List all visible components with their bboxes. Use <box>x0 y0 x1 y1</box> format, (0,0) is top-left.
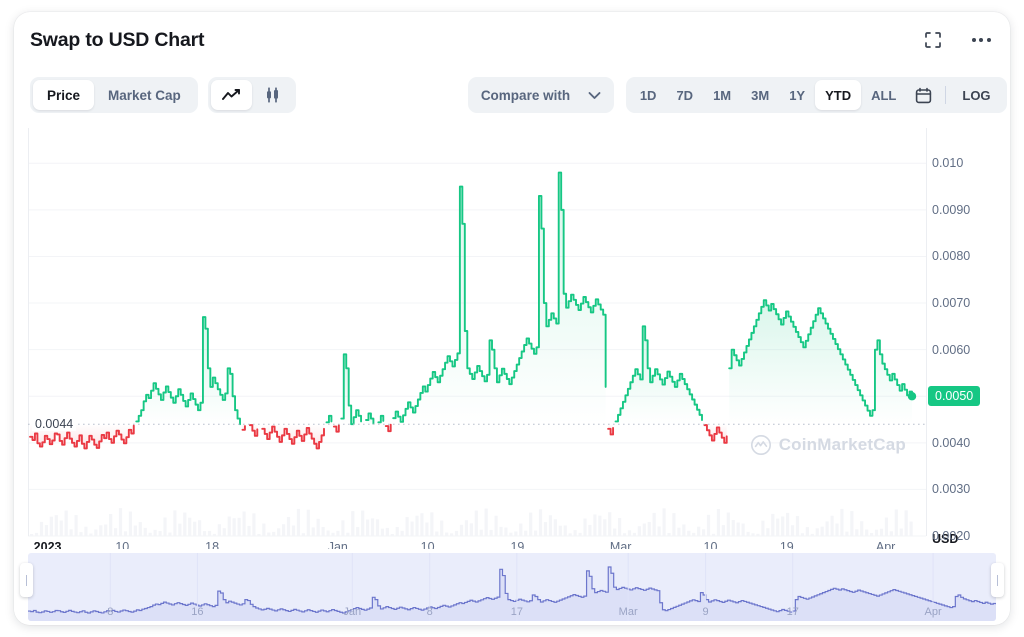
range-7d[interactable]: 7D <box>666 80 703 110</box>
calendar-icon[interactable] <box>906 87 941 104</box>
line-chart-icon[interactable] <box>210 80 252 110</box>
navigator-tick: Jan <box>343 606 362 618</box>
y-axis-tick: 0.0080 <box>932 249 971 264</box>
navigator-tick: 8 <box>107 606 114 618</box>
price-marketcap-toggle: Price Market Cap <box>30 77 198 113</box>
y-axis-tick: 0.0070 <box>932 296 971 311</box>
page-title: Swap to USD Chart <box>30 28 205 51</box>
navigator-left-handle[interactable] <box>20 563 33 597</box>
range-3m[interactable]: 3M <box>741 80 779 110</box>
navigator-tick: 17 <box>786 606 799 618</box>
more-options-icon[interactable] <box>970 29 992 51</box>
fullscreen-icon[interactable] <box>922 29 944 51</box>
tab-market-cap[interactable]: Market Cap <box>94 80 195 110</box>
current-price-badge: 0.0050 <box>928 386 981 407</box>
range-ytd[interactable]: YTD <box>815 80 862 110</box>
navigator-tick: 16 <box>191 606 204 618</box>
chart-card: Swap to USD Chart Price Market Cap Compa… <box>14 12 1010 625</box>
y-axis-tick: 0.0060 <box>932 342 971 357</box>
navigator-tick: Mar <box>618 606 638 618</box>
chart-toolbar: Price Market Cap Compare with 1D 7D 1M 3… <box>14 70 1010 120</box>
navigator-tick: Apr <box>924 606 942 618</box>
time-range-selector: 1D 7D 1M 3M 1Y YTD ALL LOG <box>625 77 1007 113</box>
y-axis-tick: 0.0030 <box>932 482 971 497</box>
range-1d[interactable]: 1D <box>630 80 667 110</box>
y-axis-tick: 0.0040 <box>932 435 971 450</box>
chart-type-toggle <box>207 77 296 113</box>
card-header: Swap to USD Chart <box>14 12 1010 68</box>
navigator-track[interactable]: 8 16 Jan 8 17 Mar 9 17 Apr <box>28 553 996 621</box>
chart-navigator[interactable]: 8 16 Jan 8 17 Mar 9 17 Apr <box>14 549 1010 625</box>
toolbar-divider <box>945 86 947 104</box>
navigator-tick: 9 <box>702 606 709 618</box>
y-axis-tick: 0.0090 <box>932 202 971 217</box>
compare-with-dropdown[interactable]: Compare with <box>467 77 614 113</box>
header-actions <box>922 29 992 51</box>
range-1m[interactable]: 1M <box>703 80 741 110</box>
log-scale-button[interactable]: LOG <box>950 88 1002 103</box>
navigator-tick: 8 <box>426 606 433 618</box>
range-1y[interactable]: 1Y <box>779 80 815 110</box>
y-axis: USD 0.0100.00900.00800.00700.00600.00500… <box>926 124 996 546</box>
compare-with-label: Compare with <box>480 87 571 103</box>
candlestick-chart-icon[interactable] <box>252 80 293 110</box>
baseline-price-label: 0.0044 <box>32 417 77 432</box>
price-chart-svg <box>28 128 927 537</box>
range-all[interactable]: ALL <box>861 80 906 110</box>
navigator-right-handle[interactable] <box>991 563 1004 597</box>
price-chart[interactable]: 0.0044 CoinMarketCap USD 0.010 0.0090 0.00… <box>28 124 996 546</box>
chevron-down-icon <box>588 88 601 103</box>
tab-price[interactable]: Price <box>33 80 95 110</box>
navigator-tick: 17 <box>510 606 523 618</box>
y-axis-tick: 0.010 <box>932 156 964 171</box>
